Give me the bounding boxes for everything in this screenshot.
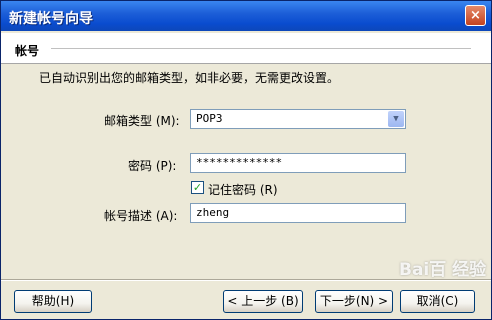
cancel-button[interactable]: 取消(C) [400, 290, 475, 313]
account-desc-field[interactable]: zheng [190, 203, 406, 223]
account-desc-label: 帐号描述 (A): [104, 209, 178, 223]
password-field[interactable]: ************* [190, 153, 406, 173]
mailbox-type-select[interactable]: POP3 ▼ [190, 109, 406, 129]
chevron-down-icon[interactable]: ▼ [388, 111, 404, 127]
mailbox-type-label: 邮箱类型 (M): [104, 114, 180, 128]
remember-password-label[interactable]: 记住密码 (R) [208, 181, 278, 198]
footer-divider [1, 279, 491, 281]
baidu-watermark: Bai百 经验 [399, 260, 487, 280]
new-account-wizard-window: 新建帐号向导 × 帐号 已自动识别出您的邮箱类型，如非必要，无需更改设置。 邮箱… [0, 0, 492, 320]
help-button[interactable]: 帮助(H) [14, 290, 92, 313]
title-bar[interactable]: 新建帐号向导 × [1, 1, 491, 31]
back-button[interactable]: < 上一步 (B) [223, 290, 303, 313]
mailbox-type-value: POP3 [196, 112, 223, 125]
password-label: 密码 (P): [128, 159, 177, 173]
section-divider [51, 48, 471, 49]
info-text: 已自动识别出您的邮箱类型，如非必要，无需更改设置。 [39, 71, 340, 85]
remember-password-checkbox[interactable]: ✓ [191, 181, 204, 194]
section-title: 帐号 [15, 44, 40, 58]
close-button[interactable]: × [465, 5, 486, 26]
close-icon: × [470, 8, 481, 23]
password-value: ************* [196, 156, 283, 169]
next-button[interactable]: 下一步(N) > [315, 290, 393, 313]
section-header: 帐号 [1, 33, 491, 64]
account-desc-value: zheng [196, 206, 230, 219]
window-title: 新建帐号向导 [9, 11, 93, 27]
